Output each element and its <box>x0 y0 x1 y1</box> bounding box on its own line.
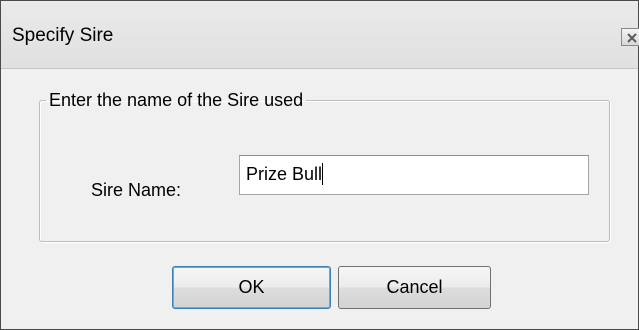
ok-button[interactable]: OK <box>172 266 331 309</box>
window-title: Specify Sire <box>12 25 114 46</box>
sire-name-value: Prize Bull <box>246 163 323 184</box>
text-caret <box>322 163 324 185</box>
close-icon <box>627 33 637 43</box>
dialog-client-area: Enter the name of the Sire used Sire Nam… <box>1 69 638 329</box>
sire-name-label: Sire Name: <box>91 180 182 200</box>
specify-sire-dialog: Specify Sire Enter the name of the Sire … <box>0 0 639 330</box>
sire-name-input[interactable]: Prize Bull <box>239 155 589 195</box>
title-bar[interactable]: Specify Sire <box>1 1 639 69</box>
cancel-button[interactable]: Cancel <box>338 266 491 309</box>
group-legend: Enter the name of the Sire used <box>49 90 304 110</box>
close-button[interactable] <box>621 28 639 46</box>
